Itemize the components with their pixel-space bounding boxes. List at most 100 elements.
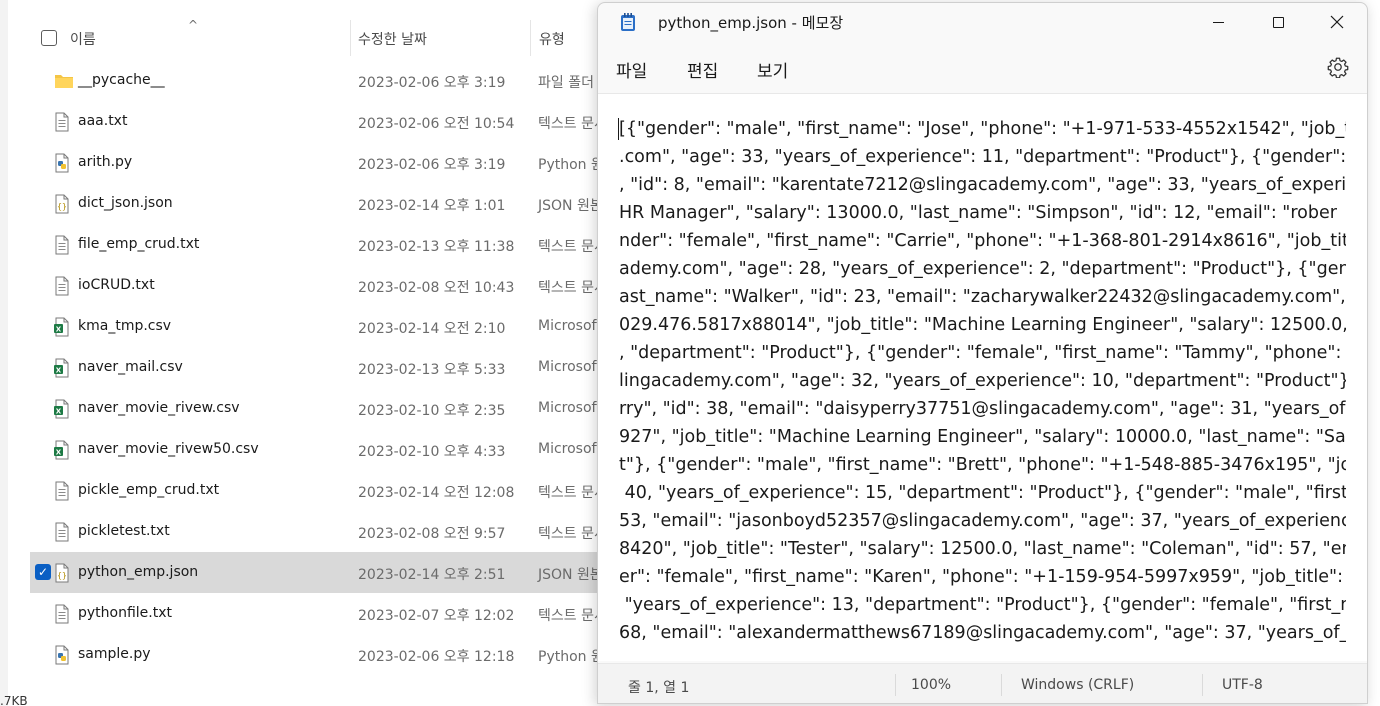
editor-line: ademy.com", "age": 28, "years_of_experie… [619,259,1346,279]
file-row[interactable]: pythonfile.txt 2023-02-07 오후 12:02 텍스트 문서 [30,593,607,634]
explorer-status-text: .7KB [0,694,28,706]
file-name: naver_movie_rivew50.csv [78,441,259,457]
file-modified-date: 2023-02-14 오후 1:01 [358,198,506,214]
status-divider [1001,674,1002,696]
file-row[interactable]: sample.py 2023-02-06 오후 12:18 Python 원본 [30,634,617,675]
excel-file-icon: X [54,440,70,460]
excel-file-icon: X [54,358,70,378]
file-name: naver_mail.csv [78,359,183,375]
file-row[interactable]: ioCRUD.txt 2023-02-08 오전 10:43 텍스트 문서 [30,265,607,306]
text-file-icon [54,481,70,501]
editor-line: 8420", "job_title": "Tester", "salary": … [619,539,1346,559]
editor-line: 53, "email": "jasonboyd52357@slingacadem… [619,511,1346,531]
column-header-type[interactable]: 유형 [539,29,565,49]
menu-edit[interactable]: 편집 [687,57,718,82]
file-row[interactable]: pickle_emp_crud.txt 2023-02-14 오전 12:08 텍스… [30,470,607,511]
column-header-name[interactable]: 이름 [70,29,96,49]
svg-text:X: X [56,326,62,334]
title-bar[interactable]: python_emp.json - 메모장 [598,3,1367,41]
window-title: python_emp.json - 메모장 [658,14,844,32]
file-row[interactable]: __pycache__ 2023-02-06 오후 3:19 파일 폴더 [30,60,600,101]
editor-line: .com", "age": 33, "years_of_experience":… [619,147,1346,167]
text-file-icon [54,112,70,132]
file-name: python_emp.json [78,564,199,580]
file-row[interactable]: pickletest.txt 2023-02-08 오전 9:57 텍스트 문서 [30,511,607,552]
file-type: Microsoft [538,318,602,334]
menu-view[interactable]: 보기 [757,57,788,82]
encoding[interactable]: UTF-8 [1222,677,1263,693]
file-modified-date: 2023-02-08 오전 9:57 [358,526,506,542]
file-modified-date: 2023-02-13 오후 11:38 [358,239,515,255]
column-divider[interactable] [530,20,531,56]
editor-line: lingacademy.com", "age": 32, "years_of_e… [619,371,1346,391]
notepad-app-icon [621,13,635,31]
editor-line: rry", "id": 38, "email": "daisyperry3775… [619,399,1346,419]
line-ending[interactable]: Windows (CRLF) [1021,677,1134,693]
zoom-level[interactable]: 100% [911,677,951,693]
svg-text:X: X [56,408,62,416]
file-row[interactable]: arith.py 2023-02-06 오후 3:19 Python 원본 [30,142,617,183]
file-type: Microsoft [538,359,602,375]
svg-text:{}: {} [57,202,67,211]
file-name: __pycache__ [78,72,165,88]
row-checkbox-checked[interactable]: ✓ [35,564,51,580]
file-name: sample.py [78,646,151,662]
file-row[interactable]: Xnaver_movie_rivew.csv 2023-02-10 오후 2:35… [30,388,602,429]
status-divider [895,674,896,696]
text-file-icon [54,276,70,296]
editor-line: 40, "years_of_experience": 15, "departme… [619,483,1346,503]
json-file-icon: {} [54,194,70,214]
text-file-icon [54,522,70,542]
svg-text:X: X [56,449,62,457]
file-row[interactable]: aaa.txt 2023-02-06 오전 10:54 텍스트 문서 [30,101,607,142]
svg-text:X: X [56,367,62,375]
editor-line: ast_name": "Walker", "id": 23, "email": … [619,287,1346,307]
file-name: pickle_emp_crud.txt [78,482,220,498]
file-type: Microsoft [538,441,602,457]
editor-line: , "department": "Product"}, {"gender": "… [619,343,1346,363]
file-modified-date: 2023-02-08 오전 10:43 [358,280,515,296]
file-row[interactable]: ✓ {} python_emp.json 2023-02-14 오후 2:51 JSON… [30,552,603,593]
file-type: JSON 원본 [538,198,603,214]
file-row[interactable]: file_emp_crud.txt 2023-02-13 오후 11:38 텍스트 … [30,224,607,265]
file-modified-date: 2023-02-07 오후 12:02 [358,608,515,624]
file-modified-date: 2023-02-06 오후 3:19 [358,157,506,173]
file-modified-date: 2023-02-14 오후 2:51 [358,567,506,583]
maximize-button[interactable] [1249,3,1307,41]
editor-line: 68, "email": "alexandermatthews67189@sli… [619,623,1346,643]
svg-text:{}: {} [57,571,67,580]
file-modified-date: 2023-02-13 오후 5:33 [358,362,506,378]
close-icon [1330,15,1344,29]
file-row[interactable]: {} dict_json.json 2023-02-14 오후 1:01 JSON 원… [30,183,603,224]
file-row[interactable]: Xkma_tmp.csv 2023-02-14 오전 2:10 Microsoft [30,306,602,347]
minimize-button[interactable] [1189,3,1247,41]
editor-line: [{"gender": "male", "first_name": "Jose"… [619,119,1346,139]
notepad-window: python_emp.json - 메모장 파일 편집 보기 [{"gender… [597,2,1368,704]
select-all-checkbox[interactable] [41,30,57,46]
python-file-icon [54,153,70,173]
minimize-icon [1212,21,1224,23]
editor-line: t"}, {"gender": "male", "first_name": "B… [619,455,1346,475]
menu-file[interactable]: 파일 [616,57,647,82]
file-name: kma_tmp.csv [78,318,172,334]
text-editor[interactable]: [{"gender": "male", "first_name": "Jose"… [598,93,1367,661]
excel-file-icon: X [54,317,70,337]
file-name: pickletest.txt [78,523,170,539]
file-row[interactable]: Xnaver_movie_rivew50.csv 2023-02-10 오후 4:… [30,429,602,470]
cursor-position: 줄 1, 열 1 [628,680,690,696]
editor-line: 029.476.5817x88014", "job_title": "Machi… [619,315,1346,335]
file-modified-date: 2023-02-06 오후 3:19 [358,75,506,91]
editor-content: [{"gender": "male", "first_name": "Jose"… [619,115,1346,647]
close-button[interactable] [1308,3,1366,41]
column-divider[interactable] [350,20,351,56]
column-header-date[interactable]: 수정한 날짜 [358,29,427,49]
text-file-icon [54,604,70,624]
gear-icon[interactable] [1327,56,1349,78]
excel-file-icon: X [54,399,70,419]
status-bar: 줄 1, 열 1 100% Windows (CRLF) UTF-8 [598,663,1367,703]
file-row[interactable]: Xnaver_mail.csv 2023-02-13 오후 5:33 Microso… [30,347,602,388]
file-modified-date: 2023-02-10 오후 2:35 [358,403,506,419]
navigation-pane-edge [0,0,8,706]
file-name: aaa.txt [78,113,128,129]
file-name: dict_json.json [78,195,173,211]
